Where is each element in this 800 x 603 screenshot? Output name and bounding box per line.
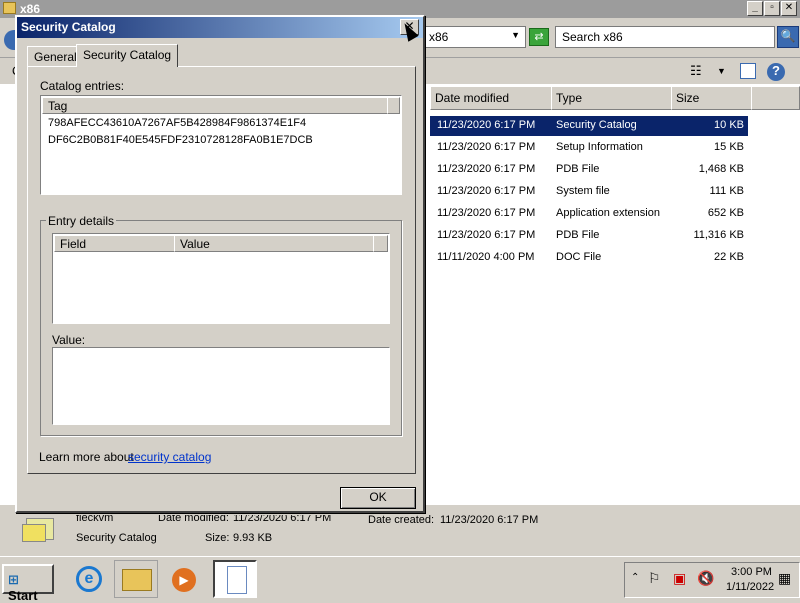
details-modified-value: 11/23/2020 6:17 PM: [233, 515, 332, 524]
file-type: Setup Information: [556, 141, 643, 153]
close-button[interactable]: ✕: [781, 1, 797, 16]
start-label: Start: [8, 588, 38, 603]
entry-details-label: Entry details: [46, 214, 117, 228]
folder-icon: [3, 2, 16, 14]
file-row[interactable]: 11/11/2020 4:00 PM DOC File 22 KB: [430, 248, 748, 268]
value-textbox[interactable]: [52, 347, 390, 425]
value-column-header[interactable]: Value: [174, 235, 374, 252]
search-icon[interactable]: 🔍: [777, 26, 799, 48]
file-date-modified: 11/23/2020 6:17 PM: [437, 163, 536, 175]
tag-column-header[interactable]: Tag: [42, 97, 388, 114]
file-row[interactable]: 11/23/2020 6:17 PM Security Catalog 10 KB: [430, 116, 748, 136]
details-type: Security Catalog: [76, 532, 157, 544]
details-modified-label: Date modified:: [158, 515, 229, 524]
file-row[interactable]: 11/23/2020 6:17 PM Application extension 6…: [430, 204, 748, 224]
file-row[interactable]: 11/23/2020 6:17 PM System file 111 KB: [430, 182, 748, 202]
tab-security-catalog[interactable]: Security Catalog: [76, 44, 179, 67]
column-type[interactable]: Type: [551, 86, 672, 110]
file-size: 652 KB: [707, 207, 744, 219]
search-input[interactable]: Search x86: [555, 26, 775, 48]
minimize-button[interactable]: _: [747, 1, 763, 16]
file-date-modified: 11/23/2020 6:17 PM: [437, 185, 536, 197]
file-date-modified: 11/23/2020 6:17 PM: [437, 207, 536, 219]
clock-time[interactable]: 3:00 PM: [731, 566, 772, 578]
volume-muted-icon[interactable]: 🔇: [697, 570, 714, 587]
action-center-flag-icon[interactable]: ⚐: [648, 570, 661, 587]
learn-more-text: Learn more about: [39, 450, 134, 464]
file-type: PDB File: [556, 163, 600, 175]
column-size[interactable]: Size: [671, 86, 752, 110]
file-size: 22 KB: [714, 251, 744, 263]
file-size: 10 KB: [714, 119, 744, 131]
media-player-icon[interactable]: ▶: [162, 560, 206, 598]
blank-document-taskbar-button[interactable]: [213, 560, 257, 598]
address-path[interactable]: x86 ▼: [422, 26, 526, 48]
internet-explorer-icon[interactable]: e: [68, 560, 112, 598]
file-date-modified: 11/23/2020 6:17 PM: [437, 119, 536, 131]
show-desktop-icon[interactable]: ▦: [778, 570, 791, 587]
clock-date[interactable]: 1/11/2022: [726, 581, 774, 593]
file-size: 111 KB: [709, 185, 744, 197]
help-icon[interactable]: ?: [767, 63, 785, 81]
search-placeholder: Search x86: [562, 30, 623, 44]
file-size: 1,468 KB: [698, 163, 744, 175]
catalog-entries-list[interactable]: Tag 798AFECC43610A7267AF5B428984F9861374…: [40, 95, 402, 195]
file-type: Security Catalog: [556, 119, 637, 131]
views-chevron-down-icon[interactable]: ▼: [717, 63, 726, 79]
file-type: System file: [556, 185, 610, 197]
header-filler: [373, 235, 388, 252]
file-type: PDB File: [556, 229, 600, 241]
file-row[interactable]: 11/23/2020 6:17 PM PDB File 1,468 KB: [430, 160, 748, 180]
folder-icon: [122, 569, 152, 591]
details-filename: fieckvm: [76, 515, 114, 524]
chevron-down-icon[interactable]: ▼: [511, 30, 520, 40]
column-date-modified[interactable]: Date modified: [430, 86, 552, 110]
value-label: Value:: [52, 333, 86, 347]
file-date-modified: 11/11/2020 4:00 PM: [437, 251, 535, 263]
field-column-header[interactable]: Field: [54, 235, 175, 252]
dialog-title: Security Catalog: [21, 20, 116, 34]
file-size: 11,316 KB: [693, 229, 744, 241]
catalog-entries-label: Catalog entries:: [40, 79, 125, 93]
maximize-button[interactable]: ▫: [764, 1, 780, 16]
details-size-label: Size:: [205, 532, 230, 544]
preview-pane-icon[interactable]: [740, 63, 756, 79]
windows-logo-icon: ⊞: [8, 572, 19, 587]
details-created-value: 11/23/2020 6:17 PM: [440, 514, 539, 526]
network-error-icon[interactable]: ▣: [673, 570, 686, 587]
refresh-icon[interactable]: ⇄: [529, 28, 549, 46]
path-text: x86: [429, 30, 449, 44]
file-date-modified: 11/23/2020 6:17 PM: [437, 229, 536, 241]
column-filler: [751, 86, 800, 110]
file-date-modified: 11/23/2020 6:17 PM: [437, 141, 536, 153]
windows-explorer-taskbar-button[interactable]: [114, 560, 158, 598]
security-catalog-file-icon: [22, 514, 58, 546]
show-hidden-icons-icon[interactable]: ⌃: [631, 572, 639, 583]
file-type: DOC File: [556, 251, 602, 263]
security-catalog-link[interactable]: security catalog: [128, 450, 211, 464]
header-filler: [387, 97, 400, 114]
file-type: Application extension: [556, 207, 660, 219]
views-icon[interactable]: ☷: [690, 63, 708, 79]
details-size-value: 9.93 KB: [233, 532, 273, 544]
file-size: 15 KB: [714, 141, 744, 153]
start-button[interactable]: ⊞ Start: [2, 564, 54, 603]
dialog-title-bar: Security Catalog: [17, 17, 423, 38]
catalog-entry[interactable]: DF6C2B0B81F40E545FDF2310728128FA0B1E7DCB: [48, 134, 313, 146]
document-icon: [227, 566, 247, 594]
catalog-entry[interactable]: 798AFECC43610A7267AF5B428984F9861374E1F4: [48, 117, 306, 129]
ok-button[interactable]: OK: [340, 487, 416, 509]
explorer-title: x86: [20, 2, 41, 16]
details-created-label: Date created:: [368, 514, 435, 526]
file-row[interactable]: 11/23/2020 6:17 PM Setup Information 15 KB: [430, 138, 748, 158]
file-row[interactable]: 11/23/2020 6:17 PM PDB File 11,316 KB: [430, 226, 748, 246]
entry-details-list[interactable]: Field Value: [52, 233, 390, 324]
